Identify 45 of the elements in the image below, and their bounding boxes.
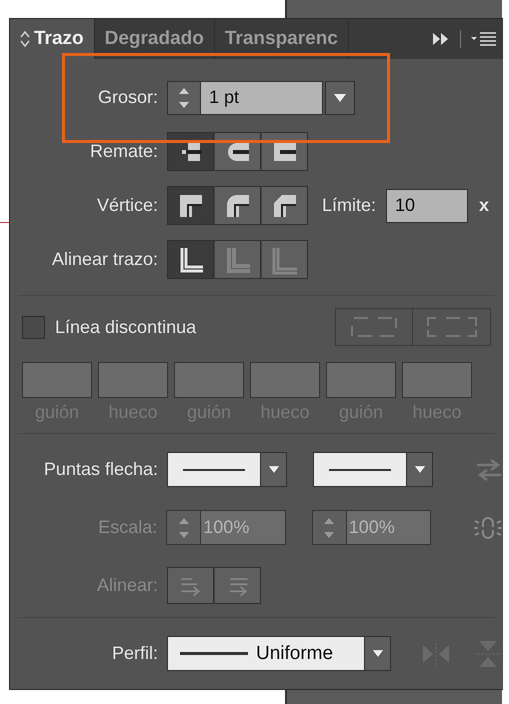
dash-field[interactable] <box>174 362 244 398</box>
align-arrow-button[interactable] <box>214 567 261 604</box>
dash-field[interactable] <box>326 362 396 398</box>
start-arrowhead-dropdown[interactable] <box>167 452 287 487</box>
field-label: Vértice: <box>96 195 158 216</box>
cap-button[interactable] <box>261 132 308 171</box>
caret-icon <box>372 649 384 658</box>
dash-field[interactable] <box>98 362 168 398</box>
cap-button[interactable] <box>167 132 214 171</box>
dash-corners-button[interactable] <box>335 308 413 346</box>
field-label: Puntas flecha: <box>42 459 158 480</box>
sort-icon <box>20 30 30 48</box>
align-stroke-button[interactable] <box>167 240 214 279</box>
panel-tab[interactable]: Degradado <box>94 19 215 59</box>
field-label: Grosor: <box>96 87 158 108</box>
caret-icon <box>333 92 347 102</box>
guide-line <box>0 222 9 223</box>
caret-icon <box>268 465 280 474</box>
field-label: Límite: <box>322 195 376 216</box>
dash-field[interactable] <box>402 362 472 398</box>
checkbox[interactable] <box>22 316 45 338</box>
expand-icon[interactable] <box>432 32 450 46</box>
field-label: Remate: <box>88 141 158 162</box>
field-label: Perfil: <box>110 643 158 664</box>
menu-icon[interactable] <box>471 31 497 47</box>
weight-field[interactable]: 1 pt <box>201 80 323 114</box>
stepper[interactable] <box>167 80 201 114</box>
corner-button[interactable] <box>261 186 308 225</box>
dropdown-button[interactable] <box>325 80 355 114</box>
panel-tab[interactable]: Transparenc <box>214 19 349 59</box>
panel-tab[interactable]: Trazo <box>10 19 95 59</box>
dash-field[interactable] <box>250 362 320 398</box>
corner-button[interactable] <box>214 186 261 225</box>
limit-field[interactable]: 10 <box>386 188 468 222</box>
corner-button[interactable] <box>167 186 214 225</box>
profile-dropdown[interactable]: Uniforme <box>167 636 391 671</box>
unit-label: x <box>479 195 490 216</box>
end-arrowhead-dropdown[interactable] <box>313 452 433 487</box>
align-arrow-button[interactable] <box>167 567 214 604</box>
checkbox-label: Línea discontinua <box>55 316 196 338</box>
dash-align-button[interactable] <box>413 308 491 346</box>
cap-button[interactable] <box>214 132 261 171</box>
field-label: Alinear trazo: <box>50 249 158 270</box>
caret-icon <box>414 465 426 474</box>
dash-field[interactable] <box>22 362 92 398</box>
